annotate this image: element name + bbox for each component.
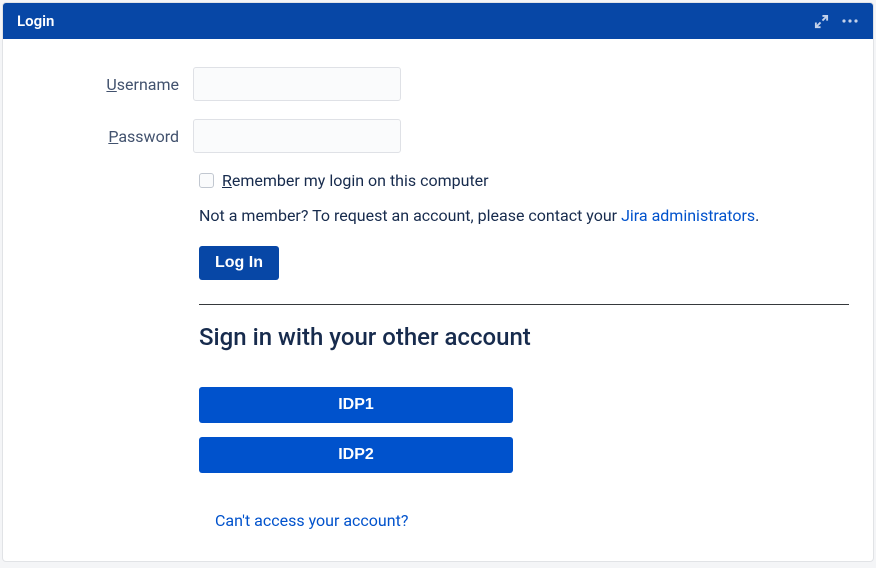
remember-label[interactable]: Remember my login on this computer (222, 171, 489, 190)
login-button-row: Log In (199, 246, 849, 280)
remember-checkbox[interactable] (199, 173, 214, 188)
remember-row: Remember my login on this computer (199, 171, 849, 190)
cant-access-row: Can't access your account? (215, 511, 873, 530)
panel-title: Login (17, 12, 54, 30)
idp1-button[interactable]: IDP1 (199, 387, 513, 423)
more-icon[interactable] (841, 13, 859, 29)
idp2-button[interactable]: IDP2 (199, 437, 513, 473)
divider (199, 304, 849, 305)
password-input[interactable] (193, 119, 401, 153)
cant-access-link[interactable]: Can't access your account? (215, 511, 408, 530)
not-member-text: Not a member? To request an account, ple… (199, 204, 849, 228)
header-actions (814, 13, 859, 29)
username-row: Username (3, 67, 873, 101)
jira-admins-link[interactable]: Jira administrators (621, 206, 755, 225)
sso-heading: Sign in with your other account (199, 323, 849, 351)
panel-header: Login (3, 3, 873, 39)
password-row: Password (3, 119, 873, 153)
panel-content: Username Password Remember my login on t… (3, 39, 873, 530)
password-label: Password (3, 127, 193, 146)
sso-section: Sign in with your other account IDP1 IDP… (199, 323, 849, 473)
login-button[interactable]: Log In (199, 246, 279, 280)
username-input[interactable] (193, 67, 401, 101)
username-label: Username (3, 75, 193, 94)
expand-icon[interactable] (814, 14, 829, 29)
login-panel: Login Username (2, 2, 874, 562)
